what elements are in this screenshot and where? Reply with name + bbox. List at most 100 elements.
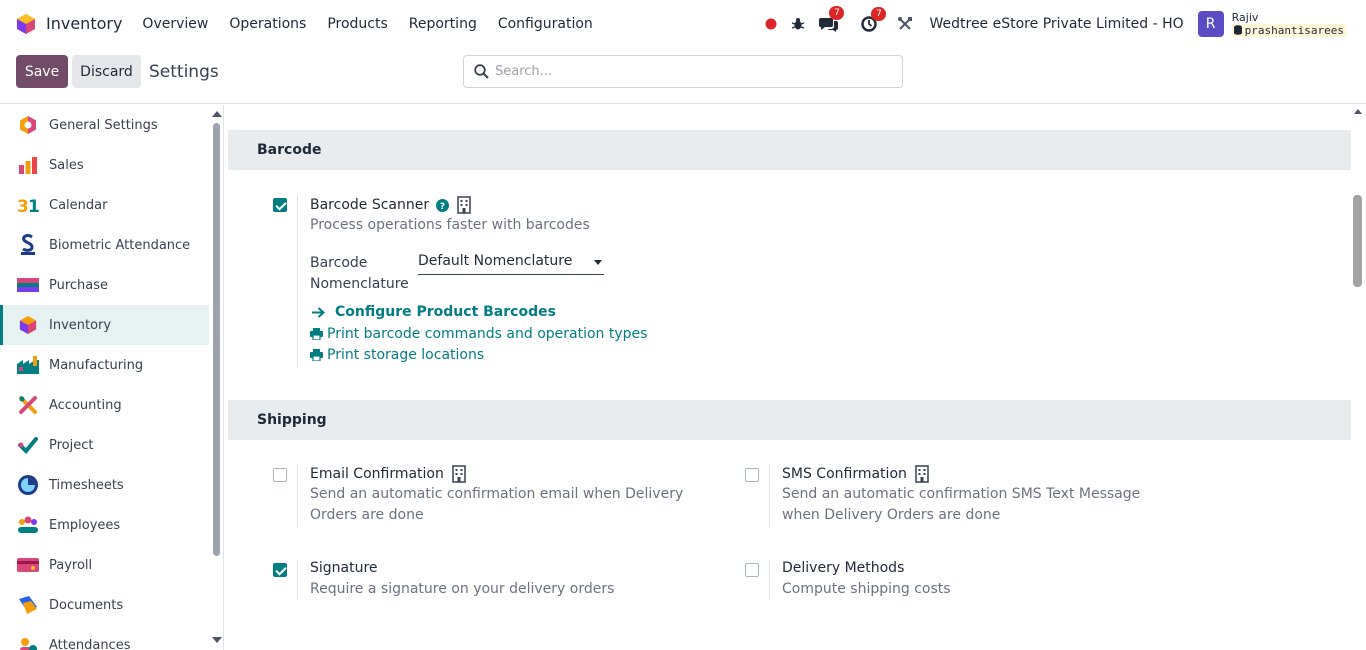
tools-icon[interactable] xyxy=(897,16,913,32)
print-commands-label: Print barcode commands and operation typ… xyxy=(327,326,648,342)
menu-reporting[interactable]: Reporting xyxy=(409,16,477,32)
database-icon xyxy=(1233,25,1242,35)
avatar[interactable]: R xyxy=(1197,10,1224,37)
configure-product-barcodes-link[interactable]: Configure Product Barcodes xyxy=(312,304,556,320)
arrow-right-icon xyxy=(312,306,329,318)
nomenclature-select[interactable]: Default Nomenclature xyxy=(418,253,604,275)
company-switcher[interactable]: Wedtree eStore Private Limited - HO xyxy=(929,16,1183,32)
shipping-section-heading: Shipping xyxy=(228,400,1351,440)
svg-text:1: 1 xyxy=(28,197,39,215)
content-scroll-thumb[interactable] xyxy=(1353,195,1362,287)
sidebar-item-project[interactable]: Project xyxy=(0,425,209,465)
sidebar-item-label: General Settings xyxy=(49,117,158,133)
sidebar-item-calendar[interactable]: 31 Calendar xyxy=(0,185,209,225)
search-bar[interactable] xyxy=(463,55,903,88)
sidebar-item-documents[interactable]: Documents xyxy=(0,585,209,625)
sidebar-item-sales[interactable]: Sales xyxy=(0,145,209,185)
sidebar-item-employees[interactable]: Employees xyxy=(0,505,209,545)
activities-badge: 7 xyxy=(871,6,887,21)
setting-divider xyxy=(769,465,770,527)
barcode-scanner-title: Barcode Scanner ? xyxy=(310,196,471,214)
signature-checkbox[interactable] xyxy=(273,563,287,577)
content-scrollbar[interactable] xyxy=(1351,105,1365,650)
menu-operations[interactable]: Operations xyxy=(229,16,306,32)
recording-dot-icon[interactable] xyxy=(765,18,777,30)
biometric-attendance-icon xyxy=(17,234,39,256)
sidebar-item-purchase[interactable]: Purchase xyxy=(0,265,209,305)
menu-configuration[interactable]: Configuration xyxy=(498,16,593,32)
scroll-down-arrow-icon[interactable] xyxy=(212,637,222,643)
sidebar-item-label: Attendances xyxy=(49,637,131,650)
email-confirmation-checkbox[interactable] xyxy=(273,468,287,482)
sidebar-item-label: Project xyxy=(49,437,94,453)
sidebar-item-attendances[interactable]: Attendances xyxy=(0,625,209,650)
sidebar-item-label: Sales xyxy=(49,157,84,173)
discard-button[interactable]: Discard xyxy=(72,55,141,88)
sidebar-item-inventory[interactable]: Inventory xyxy=(0,305,209,345)
sidebar-item-label: Inventory xyxy=(49,317,112,333)
sms-confirmation-title: SMS Confirmation xyxy=(782,465,929,483)
sidebar-item-label: Timesheets xyxy=(49,477,124,493)
timesheets-icon xyxy=(17,474,39,496)
messages-icon[interactable]: 7 xyxy=(819,5,845,33)
purchase-icon xyxy=(17,274,39,296)
sidebar-item-label: Manufacturing xyxy=(49,357,144,373)
menu-products[interactable]: Products xyxy=(327,16,387,32)
delivery-methods-title: Delivery Methods xyxy=(782,560,905,576)
sales-icon xyxy=(17,154,39,176)
print-locations-label: Print storage locations xyxy=(327,347,485,363)
user-menu[interactable]: Rajiv prashantisarees xyxy=(1231,11,1346,37)
sidebar-item-label: Biometric Attendance xyxy=(49,237,191,253)
setting-divider xyxy=(297,465,298,527)
search-input[interactable] xyxy=(495,64,875,79)
sidebar-item-timesheets[interactable]: Timesheets xyxy=(0,465,209,505)
settings-content: Barcode Barcode Scanner ? Process operat… xyxy=(225,105,1366,650)
save-button[interactable]: Save xyxy=(16,55,68,88)
project-icon xyxy=(17,434,39,456)
calendar-icon: 31 xyxy=(17,194,39,216)
sidebar-item-biometric-attendance[interactable]: Biometric Attendance xyxy=(0,225,209,265)
signature-description: Require a signature on your delivery ord… xyxy=(310,581,615,597)
menu-overview[interactable]: Overview xyxy=(142,16,208,32)
general-settings-icon xyxy=(17,114,39,136)
svg-text:?: ? xyxy=(440,202,445,212)
email-confirmation-title: Email Confirmation xyxy=(310,465,466,483)
sidebar-item-general-settings[interactable]: General Settings xyxy=(0,105,209,145)
sidebar-item-payroll[interactable]: Payroll xyxy=(0,545,209,585)
sidebar-item-label: Purchase xyxy=(49,277,109,293)
sidebar-item-manufacturing[interactable]: Manufacturing xyxy=(0,345,209,385)
printer-icon xyxy=(310,328,327,340)
sidebar-item-accounting[interactable]: Accounting xyxy=(0,385,209,425)
documents-icon xyxy=(17,594,39,616)
accounting-icon xyxy=(17,394,39,416)
barcode-section-heading: Barcode xyxy=(228,130,1351,170)
sidebar-item-label: Documents xyxy=(49,597,124,613)
sms-confirmation-checkbox[interactable] xyxy=(745,468,759,482)
chevron-down-icon xyxy=(594,260,602,265)
settings-sidebar: General Settings Sales 31 Calendar Biome… xyxy=(0,105,224,650)
scroll-up-arrow-icon[interactable] xyxy=(1354,109,1362,114)
database-name: prashantisarees xyxy=(1244,23,1344,37)
systray: 7 7 Wedtree eStore Private Limited - HO … xyxy=(751,0,1346,47)
company-building-icon xyxy=(457,196,471,214)
app-brand[interactable]: Inventory xyxy=(16,13,142,35)
inventory-icon xyxy=(17,314,39,336)
delivery-methods-description: Compute shipping costs xyxy=(782,581,951,597)
sidebar-scrollbar[interactable] xyxy=(210,105,223,650)
barcode-scanner-checkbox[interactable] xyxy=(273,198,287,212)
printer-icon xyxy=(310,349,327,361)
sms-confirmation-description: Send an automatic confirmation SMS Text … xyxy=(782,486,1141,523)
print-barcode-commands-link[interactable]: Print barcode commands and operation typ… xyxy=(310,326,647,342)
email-confirmation-description: Send an automatic confirmation email whe… xyxy=(310,486,684,523)
delivery-methods-checkbox[interactable] xyxy=(745,563,759,577)
help-question-icon[interactable]: ? xyxy=(436,198,450,212)
search-icon xyxy=(474,64,489,79)
sidebar-item-label: Payroll xyxy=(49,557,93,573)
sidebar-item-label: Calendar xyxy=(49,197,108,213)
activities-clock-icon[interactable]: 7 xyxy=(861,6,887,32)
scroll-up-arrow-icon[interactable] xyxy=(212,111,222,117)
debug-bug-icon[interactable] xyxy=(791,17,805,31)
sidebar-scroll-thumb[interactable] xyxy=(213,123,220,556)
barcode-scanner-description: Process operations faster with barcodes xyxy=(310,217,590,233)
print-storage-locations-link[interactable]: Print storage locations xyxy=(310,347,484,363)
